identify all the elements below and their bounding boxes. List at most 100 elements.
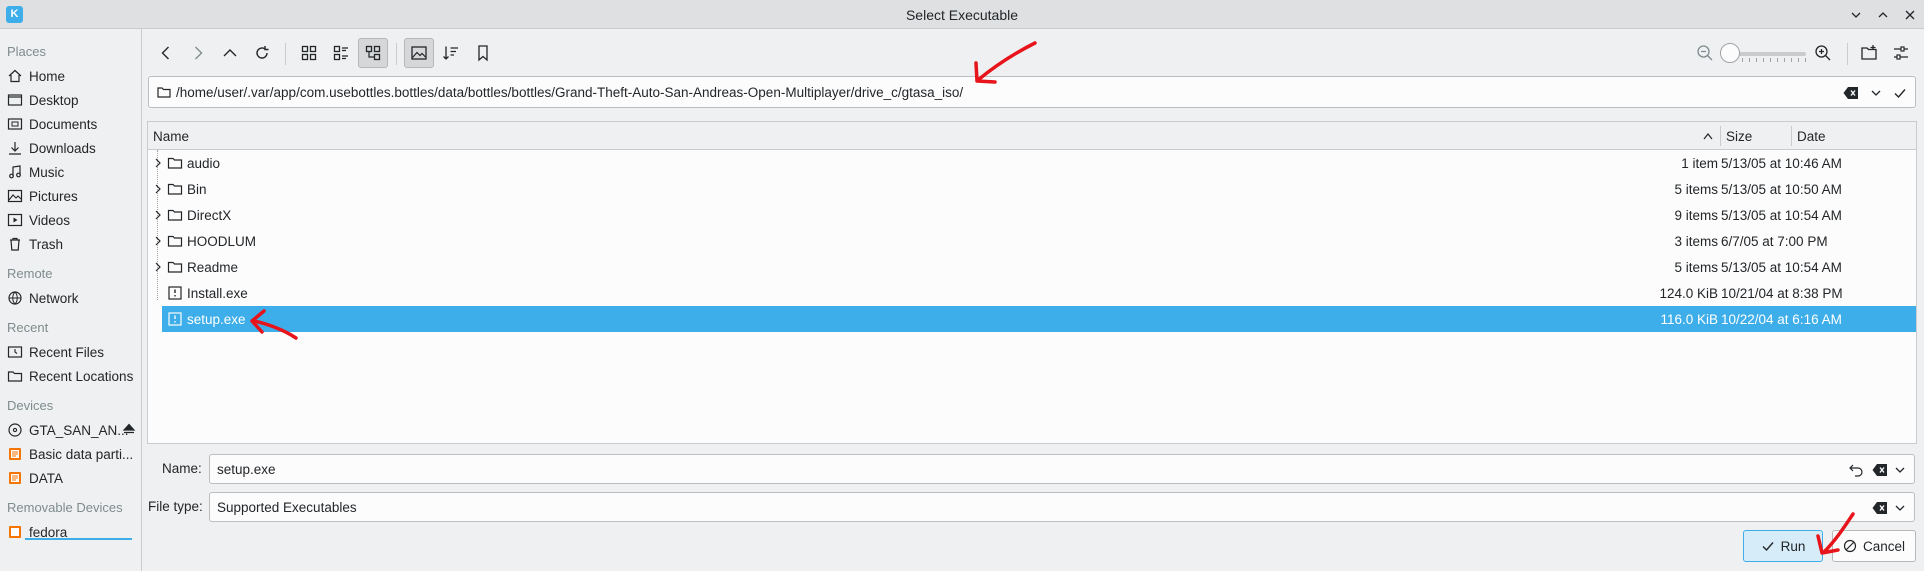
sidebar-item-desktop[interactable]: Desktop <box>0 88 141 112</box>
table-row[interactable]: Install.exe 124.0 KiB 10/21/04 at 8:38 P… <box>148 280 1916 306</box>
eject-icon[interactable] <box>122 422 136 436</box>
drive-icon <box>7 446 23 462</box>
sidebar-item-label: Desktop <box>29 92 79 108</box>
cancel-icon <box>1843 539 1857 553</box>
column-size[interactable]: Size <box>1726 129 1752 144</box>
trash-icon <box>7 236 23 252</box>
sidebar-item-videos[interactable]: Videos <box>0 208 141 232</box>
undo-icon[interactable] <box>1848 462 1864 478</box>
chevron-down-icon[interactable] <box>1870 87 1882 99</box>
table-row[interactable]: Readme 5 items 5/13/05 at 10:54 AM <box>148 254 1916 280</box>
table-row[interactable]: Bin 5 items 5/13/05 at 10:50 AM <box>148 176 1916 202</box>
chevron-right-icon[interactable] <box>151 182 165 196</box>
column-name[interactable]: Name <box>153 129 189 144</box>
sort-button[interactable] <box>436 38 466 68</box>
folder-icon <box>167 209 183 221</box>
table-row[interactable]: HOODLUM 3 items 6/7/05 at 7:00 PM <box>148 228 1916 254</box>
column-header: Name Size Date <box>148 122 1916 150</box>
sidebar-item-documents[interactable]: Documents <box>0 112 141 136</box>
sidebar-heading-places: Places <box>7 44 47 59</box>
detail-view-icon <box>333 45 348 61</box>
sidebar-item-home[interactable]: Home <box>0 64 141 88</box>
zoom-out-button[interactable] <box>1690 38 1720 68</box>
table-row[interactable]: audio 1 item 5/13/05 at 10:46 AM <box>148 150 1916 176</box>
chevron-right-icon[interactable] <box>151 234 165 248</box>
sidebar-item-data[interactable]: DATA <box>0 466 141 490</box>
preview-button[interactable] <box>404 38 434 68</box>
detail-view-button[interactable] <box>326 38 356 68</box>
chevron-right-icon[interactable] <box>151 156 165 170</box>
forward-button[interactable] <box>183 38 213 68</box>
sidebar-item-fedora[interactable]: fedora <box>0 520 141 544</box>
icons-view-button[interactable] <box>294 38 324 68</box>
sidebar-item-trash[interactable]: Trash <box>0 232 141 256</box>
zoom-in-button[interactable] <box>1808 38 1838 68</box>
toolbar <box>143 29 1924 74</box>
cancel-button[interactable]: Cancel <box>1832 530 1916 562</box>
table-row-selected[interactable]: setup.exe 116.0 KiB 10/22/04 at 6:16 AM <box>148 306 1916 332</box>
file-name: Install.exe <box>187 286 248 301</box>
sidebar-item-gta-disc[interactable]: GTA_SAN_AN... <box>0 418 141 442</box>
file-size: 5 items <box>1674 182 1718 197</box>
settings-sliders-icon <box>1894 46 1908 60</box>
sidebar-item-recent-files[interactable]: Recent Files <box>0 340 141 364</box>
sidebar-item-label: Recent Files <box>29 344 105 360</box>
column-date[interactable]: Date <box>1797 129 1826 144</box>
checkmark-icon[interactable] <box>1893 86 1907 100</box>
reload-icon <box>256 46 269 59</box>
sidebar-item-label: Videos <box>29 212 71 228</box>
tree-view-button[interactable] <box>358 38 388 68</box>
sidebar-item-pictures[interactable]: Pictures <box>0 184 141 208</box>
recent-locations-icon <box>7 368 23 384</box>
clear-text-icon[interactable] <box>1872 500 1888 516</box>
sidebar-item-basic-data-partition[interactable]: Basic data parti... <box>0 442 141 466</box>
file-size: 116.0 KiB <box>1660 312 1718 327</box>
sidebar-item-label: Basic data parti... <box>29 446 134 462</box>
name-field[interactable]: setup.exe <box>209 454 1915 484</box>
file-name: Bin <box>187 182 207 197</box>
location-bar[interactable]: /home/user/.var/app/com.usebottles.bottl… <box>148 76 1916 108</box>
file-list: Name Size Date audio 1 item 5/13/05 at 1… <box>147 121 1917 444</box>
file-date: 10/22/04 at 6:16 AM <box>1721 312 1842 327</box>
filetype-field[interactable]: Supported Executables <box>209 492 1915 522</box>
clear-text-icon[interactable] <box>1843 86 1859 100</box>
table-row[interactable]: DirectX 9 items 5/13/05 at 10:54 AM <box>148 202 1916 228</box>
chevron-down-icon[interactable] <box>1894 464 1906 476</box>
parent-folder-button[interactable] <box>215 38 245 68</box>
home-icon <box>7 68 23 84</box>
music-icon <box>7 164 23 180</box>
chevron-down-icon <box>1851 12 1861 18</box>
sidebar-heading-remote: Remote <box>7 266 53 281</box>
bookmarks-button[interactable] <box>468 38 498 68</box>
removable-drive-icon <box>7 524 23 540</box>
sidebar-item-downloads[interactable]: Downloads <box>0 136 141 160</box>
sidebar-item-label: Pictures <box>29 188 78 204</box>
name-value: setup.exe <box>217 462 276 477</box>
sidebar-item-label: Recent Locations <box>29 368 134 384</box>
chevron-right-icon[interactable] <box>151 208 165 222</box>
file-name: setup.exe <box>187 312 246 327</box>
new-folder-button[interactable] <box>1854 38 1884 68</box>
sidebar-item-label: DATA <box>29 470 64 486</box>
sidebar-item-label: Trash <box>29 236 64 252</box>
zoom-slider-handle[interactable] <box>1720 43 1740 63</box>
sidebar-item-music[interactable]: Music <box>0 160 141 184</box>
maximize-button[interactable] <box>1872 4 1894 26</box>
zoom-in-icon <box>1815 45 1831 61</box>
options-button[interactable] <box>1886 38 1916 68</box>
sidebar-item-network[interactable]: Network <box>0 286 141 310</box>
chevron-right-icon[interactable] <box>151 260 165 274</box>
clear-text-icon[interactable] <box>1872 462 1888 478</box>
run-button[interactable]: Run <box>1743 530 1823 562</box>
chevron-down-icon[interactable] <box>1894 502 1906 514</box>
reload-button[interactable] <box>247 38 277 68</box>
location-path[interactable]: /home/user/.var/app/com.usebottles.bottl… <box>176 85 963 100</box>
close-button[interactable] <box>1899 4 1921 26</box>
sidebar-heading-removable: Removable Devices <box>7 500 123 515</box>
sidebar-item-recent-locations[interactable]: Recent Locations <box>0 364 141 388</box>
minimize-button[interactable] <box>1845 4 1867 26</box>
file-size: 3 items <box>1674 234 1718 249</box>
filetype-value: Supported Executables <box>217 500 357 515</box>
back-button[interactable] <box>151 38 181 68</box>
tree-view-icon <box>365 45 381 61</box>
